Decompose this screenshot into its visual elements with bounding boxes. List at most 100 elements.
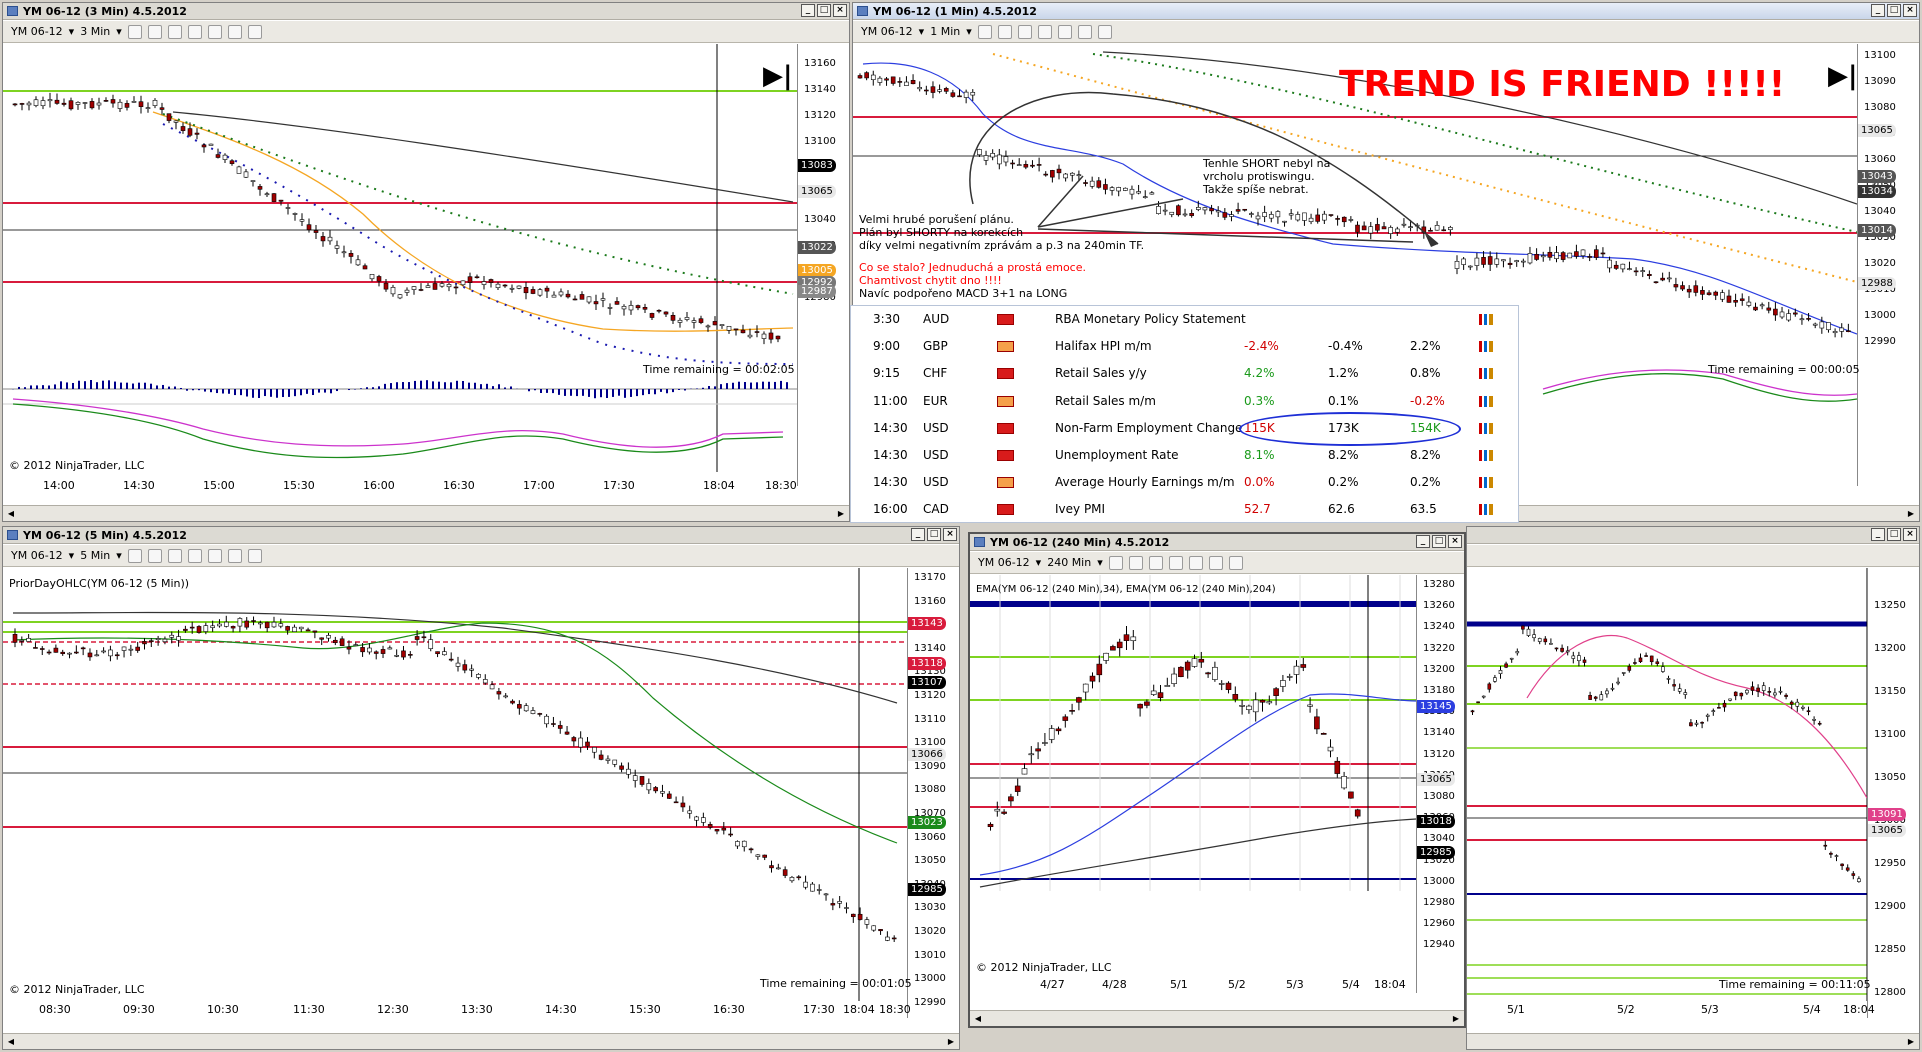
strategies-icon[interactable] <box>227 24 242 39</box>
strategies-icon[interactable] <box>227 548 242 563</box>
bar-type-icon[interactable] <box>977 24 992 39</box>
price-panel[interactable]: ▶| <box>3 44 797 486</box>
instrument-selector[interactable]: YM 06-12 <box>11 25 63 38</box>
bar-type-icon[interactable] <box>1108 555 1123 570</box>
interval-selector[interactable]: 3 Min <box>80 25 110 38</box>
bar-type-icon[interactable] <box>127 548 142 563</box>
event-row[interactable]: 9:00 GBP Halifax HPI m/m -2.4% -0.4% 2.2% <box>851 333 1518 360</box>
scroll-left-icon[interactable]: ◀ <box>972 1013 984 1024</box>
indicators-icon[interactable] <box>1057 24 1072 39</box>
drawing-tool-icon[interactable] <box>997 24 1012 39</box>
horizontal-scrollbar[interactable]: ◀▶ <box>3 1033 959 1049</box>
instrument-selector[interactable]: YM 06-12 <box>861 25 913 38</box>
strategies-icon[interactable] <box>1208 555 1223 570</box>
scroll-left-icon[interactable]: ◀ <box>5 1036 17 1047</box>
dropdown-icon[interactable]: ▾ <box>116 549 122 562</box>
bar-type-icon[interactable] <box>127 24 142 39</box>
zoom-icon[interactable] <box>187 548 202 563</box>
window-title[interactable]: _ □ × <box>1467 527 1919 544</box>
drawing-tool-icon[interactable] <box>1128 555 1143 570</box>
cursor-icon[interactable] <box>167 548 182 563</box>
drawing-tool-icon[interactable] <box>147 548 162 563</box>
scroll-right-icon[interactable]: ▶ <box>835 508 847 519</box>
interval-selector[interactable]: 5 Min <box>80 549 110 562</box>
instrument-selector[interactable]: YM 06-12 <box>978 556 1030 569</box>
interval-selector[interactable]: 240 Min <box>1047 556 1091 569</box>
horizontal-scrollbar[interactable]: ◀▶ <box>970 1010 1464 1026</box>
dropdown-icon[interactable]: ▾ <box>69 25 75 38</box>
jump-to-end-icon[interactable]: ▶| <box>763 61 793 91</box>
price-panel[interactable] <box>3 568 907 1018</box>
close-button[interactable]: × <box>1903 4 1917 17</box>
zoom-icon[interactable] <box>1037 24 1052 39</box>
dropdown-icon[interactable]: ▾ <box>116 25 122 38</box>
strategies-icon[interactable] <box>1077 24 1092 39</box>
minimize-button[interactable]: _ <box>1416 535 1430 548</box>
minimize-button[interactable]: _ <box>1871 4 1885 17</box>
window-title[interactable]: YM 06-12 (3 Min) 4.5.2012 _ □ × <box>3 3 849 20</box>
minimize-button[interactable]: _ <box>1871 528 1885 541</box>
drawing-tool-icon[interactable] <box>147 24 162 39</box>
jump-to-end-icon[interactable]: ▶| <box>1828 61 1857 91</box>
zoom-icon[interactable] <box>1168 555 1183 570</box>
instrument-selector[interactable]: YM 06-12 <box>11 549 63 562</box>
chart-window-3min[interactable]: YM 06-12 (3 Min) 4.5.2012 _ □ × YM 06-12 ▾ … <box>2 2 850 522</box>
price-panel[interactable] <box>1467 568 1867 1018</box>
minimize-button[interactable]: _ <box>801 4 815 17</box>
event-row[interactable]: 3:30 AUD RBA Monetary Policy Statement <box>851 306 1518 333</box>
scroll-left-icon[interactable]: ◀ <box>5 508 17 519</box>
properties-icon[interactable] <box>247 548 262 563</box>
event-row[interactable]: 14:30 USD Unemployment Rate 8.1% 8.2% 8.2% <box>851 442 1518 469</box>
chart-detail-icon[interactable] <box>1479 314 1493 325</box>
window-title[interactable]: YM 06-12 (240 Min) 4.5.2012 _ □ × <box>970 534 1464 551</box>
dropdown-icon[interactable]: ▾ <box>1097 556 1103 569</box>
window-title[interactable]: YM 06-12 (5 Min) 4.5.2012 _ □ × <box>3 527 959 544</box>
close-button[interactable]: × <box>943 528 957 541</box>
dropdown-icon[interactable]: ▾ <box>919 25 925 38</box>
scroll-right-icon[interactable]: ▶ <box>945 1036 957 1047</box>
properties-icon[interactable] <box>1097 24 1112 39</box>
indicators-icon[interactable] <box>207 548 222 563</box>
chart-detail-icon[interactable] <box>1479 395 1493 407</box>
horizontal-scrollbar[interactable]: ◀▶ <box>3 505 849 521</box>
close-button[interactable]: × <box>833 4 847 17</box>
dropdown-icon[interactable]: ▾ <box>1036 556 1042 569</box>
cursor-icon[interactable] <box>1017 24 1032 39</box>
event-row[interactable]: 14:30 USD Average Hourly Earnings m/m 0.0% 0… <box>851 469 1518 496</box>
maximize-button[interactable]: □ <box>817 4 831 17</box>
indicators-icon[interactable] <box>1188 555 1203 570</box>
price-panel[interactable] <box>970 575 1416 993</box>
scroll-right-icon[interactable]: ▶ <box>1905 508 1917 519</box>
cursor-icon[interactable] <box>1148 555 1163 570</box>
chart-detail-icon[interactable] <box>1479 504 1493 516</box>
scroll-right-icon[interactable]: ▶ <box>1905 1036 1917 1047</box>
chart-window-240min[interactable]: YM 06-12 (240 Min) 4.5.2012 _ □ × YM 06-12… <box>968 532 1466 1028</box>
dropdown-icon[interactable]: ▾ <box>69 549 75 562</box>
chart-window-daily[interactable]: _□× 132501320013150131001305013000129501… <box>1466 526 1920 1050</box>
horizontal-scrollbar[interactable]: ▶ <box>1467 1033 1919 1049</box>
event-row[interactable]: 16:00 CAD Ivey PMI 52.7 62.6 63.5 <box>851 496 1518 523</box>
chart-detail-icon[interactable] <box>1479 422 1493 434</box>
minimize-button[interactable]: _ <box>911 528 925 541</box>
zoom-icon[interactable] <box>187 24 202 39</box>
scroll-right-icon[interactable]: ▶ <box>1450 1013 1462 1024</box>
chart-detail-icon[interactable] <box>1479 477 1493 489</box>
close-button[interactable]: × <box>1448 535 1462 548</box>
properties-icon[interactable] <box>247 24 262 39</box>
maximize-button[interactable]: □ <box>1887 528 1901 541</box>
maximize-button[interactable]: □ <box>1887 4 1901 17</box>
window-title[interactable]: YM 06-12 (1 Min) 4.5.2012 _ □ × <box>853 3 1919 20</box>
chart-window-5min[interactable]: YM 06-12 (5 Min) 4.5.2012 _ □ × YM 06-12 ▾ … <box>2 526 960 1050</box>
maximize-button[interactable]: □ <box>927 528 941 541</box>
event-row[interactable]: 11:00 EUR Retail Sales m/m 0.3% 0.1% -0.2% <box>851 388 1518 415</box>
chart-detail-icon[interactable] <box>1479 368 1493 380</box>
chart-detail-icon[interactable] <box>1479 341 1493 353</box>
indicators-icon[interactable] <box>207 24 222 39</box>
close-button[interactable]: × <box>1903 528 1917 541</box>
cursor-icon[interactable] <box>167 24 182 39</box>
dropdown-icon[interactable]: ▾ <box>966 25 972 38</box>
interval-selector[interactable]: 1 Min <box>930 25 960 38</box>
maximize-button[interactable]: □ <box>1432 535 1446 548</box>
chart-detail-icon[interactable] <box>1479 450 1493 461</box>
event-row[interactable]: 9:15 CHF Retail Sales y/y 4.2% 1.2% 0.8% <box>851 360 1518 387</box>
